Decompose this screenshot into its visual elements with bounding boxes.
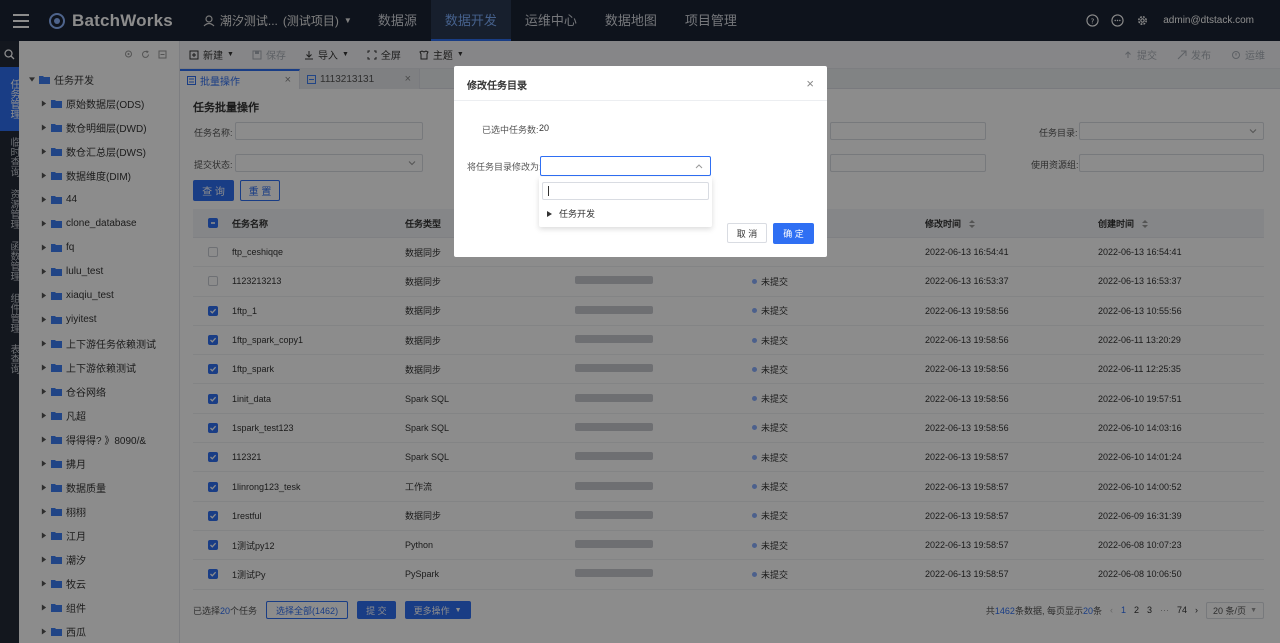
target-dir-select[interactable] xyxy=(540,156,711,176)
text-cursor xyxy=(548,186,549,196)
change-dir-label: 将任务目录修改为: xyxy=(467,162,542,172)
close-icon[interactable]: × xyxy=(806,76,814,91)
selected-count-label: 已选中任务数: xyxy=(482,125,539,135)
dir-option-label: 任务开发 xyxy=(559,209,596,219)
dir-option-task-dev[interactable]: 任务开发 xyxy=(547,207,595,220)
chevron-up-icon xyxy=(695,164,703,169)
change-dir-modal: 修改任务目录 × 已选中任务数: 20 将任务目录修改为: 任务开发 取 消 确… xyxy=(454,66,827,257)
dir-tree-dropdown: 任务开发 xyxy=(539,177,712,227)
modal-title: 修改任务目录 xyxy=(467,81,527,92)
caret-right-icon[interactable] xyxy=(547,210,552,217)
selected-count-value: 20 xyxy=(539,123,550,133)
confirm-button[interactable]: 确 定 xyxy=(773,223,814,244)
cancel-button[interactable]: 取 消 xyxy=(727,223,767,243)
dir-search-input[interactable] xyxy=(542,182,709,200)
modal-divider xyxy=(454,100,827,101)
